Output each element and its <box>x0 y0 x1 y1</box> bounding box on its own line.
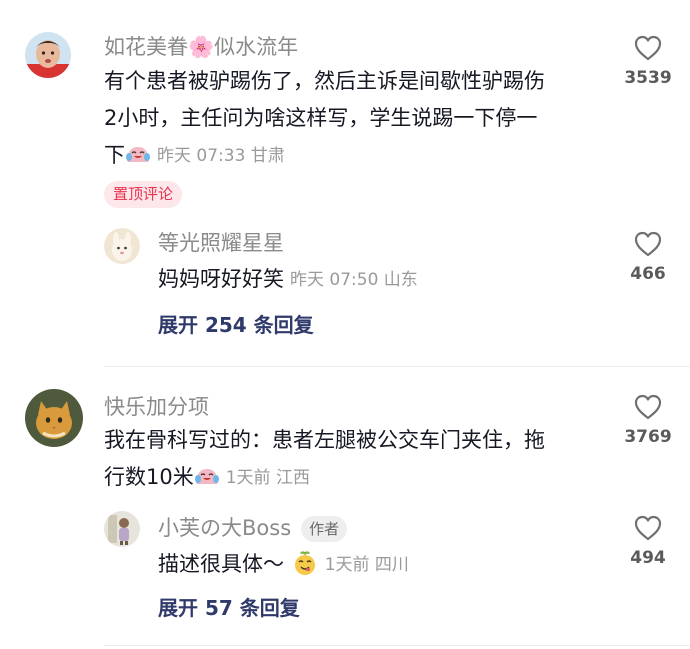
comment-2-like-count: 3769 <box>624 427 672 447</box>
comment-2-like-button[interactable]: 3769 <box>608 393 688 447</box>
comment-1-line-3-text: 下 <box>104 143 125 167</box>
reply-1-like-count: 466 <box>630 264 666 284</box>
comment-2-meta: 1天前 江西 <box>225 468 310 488</box>
comment-2-body[interactable]: 我在骨科写过的：患者左腿被公交车门夹住，拖 行数10米 1天前 江西 <box>104 422 545 497</box>
comment-1-line-2: 2小时，主任问为啥这样写，学生说踢一下停一 <box>104 106 538 130</box>
heart-outline-icon <box>634 231 662 257</box>
reply-username-text: 小芙の大Boss <box>158 516 292 540</box>
comment-divider <box>104 366 690 367</box>
avatar-comment-2[interactable] <box>25 389 83 447</box>
comment-1-meta: 昨天 07:33 甘肃 <box>157 146 285 166</box>
username-text: 如花美眷🌸似水流年 <box>104 35 299 59</box>
reply-username-text: 等光照耀星星 <box>158 231 284 255</box>
reply-2-meta: 1天前 四川 <box>324 555 409 575</box>
reply-1-like-button[interactable]: 466 <box>608 230 688 284</box>
reply-1-text: 妈妈呀好好笑 <box>158 267 284 291</box>
reply-2-text: 描述很具体～ <box>158 552 284 576</box>
reply-1-meta: 昨天 07:50 山东 <box>290 270 418 290</box>
heart-outline-icon <box>634 515 662 541</box>
comment-2-line-2-text: 行数10米 <box>104 465 194 489</box>
comment-1-username[interactable]: 如花美眷🌸似水流年 <box>104 33 298 61</box>
pinned-comment-badge: 置顶评论 <box>104 181 183 208</box>
avatar-reply-1[interactable] <box>104 228 140 264</box>
expand-replies-link-2[interactable]: 展开 57 条回复 <box>158 594 300 622</box>
cheeky-emoji-icon <box>291 549 319 577</box>
reply-2-username[interactable]: 小芙の大Boss 作者 <box>158 514 348 542</box>
comment-1-like-count: 3539 <box>624 68 672 88</box>
avatar-comment-1[interactable] <box>25 32 71 78</box>
comment-1-line-3: 下 昨天 07:33 甘肃 <box>104 137 545 175</box>
laugh-cry-emoji-icon <box>194 463 220 487</box>
expand-replies-link-1[interactable]: 展开 254 条回复 <box>158 311 314 339</box>
comment-divider-bottom <box>104 645 690 646</box>
reply-2-like-count: 494 <box>630 548 666 568</box>
reply-1-username[interactable]: 等光照耀星星 <box>158 229 284 257</box>
heart-outline-icon <box>634 394 662 420</box>
comment-1-line-1: 有个患者被驴踢伤了，然后主诉是间歇性驴踢伤 <box>104 69 545 93</box>
comment-2-line-2: 行数10米 1天前 江西 <box>104 459 545 497</box>
comment-2-line-1: 我在骨科写过的：患者左腿被公交车门夹住，拖 <box>104 428 545 452</box>
heart-outline-icon <box>634 35 662 61</box>
reply-2-body[interactable]: 描述很具体～ 1天前 四川 <box>158 546 409 584</box>
reply-2-like-button[interactable]: 494 <box>608 514 688 568</box>
avatar-reply-2[interactable] <box>104 511 140 547</box>
comment-1-like-button[interactable]: 3539 <box>608 34 688 88</box>
reply-1-body[interactable]: 妈妈呀好好笑 昨天 07:50 山东 <box>158 261 418 299</box>
author-tag-badge: 作者 <box>301 516 348 542</box>
comment-1-body[interactable]: 有个患者被驴踢伤了，然后主诉是间歇性驴踢伤 2小时，主任问为啥这样写，学生说踢一… <box>104 63 545 175</box>
comment-2-username[interactable]: 快乐加分项 <box>104 393 209 421</box>
username-text: 快乐加分项 <box>104 395 209 419</box>
laugh-cry-emoji-icon <box>125 141 151 165</box>
